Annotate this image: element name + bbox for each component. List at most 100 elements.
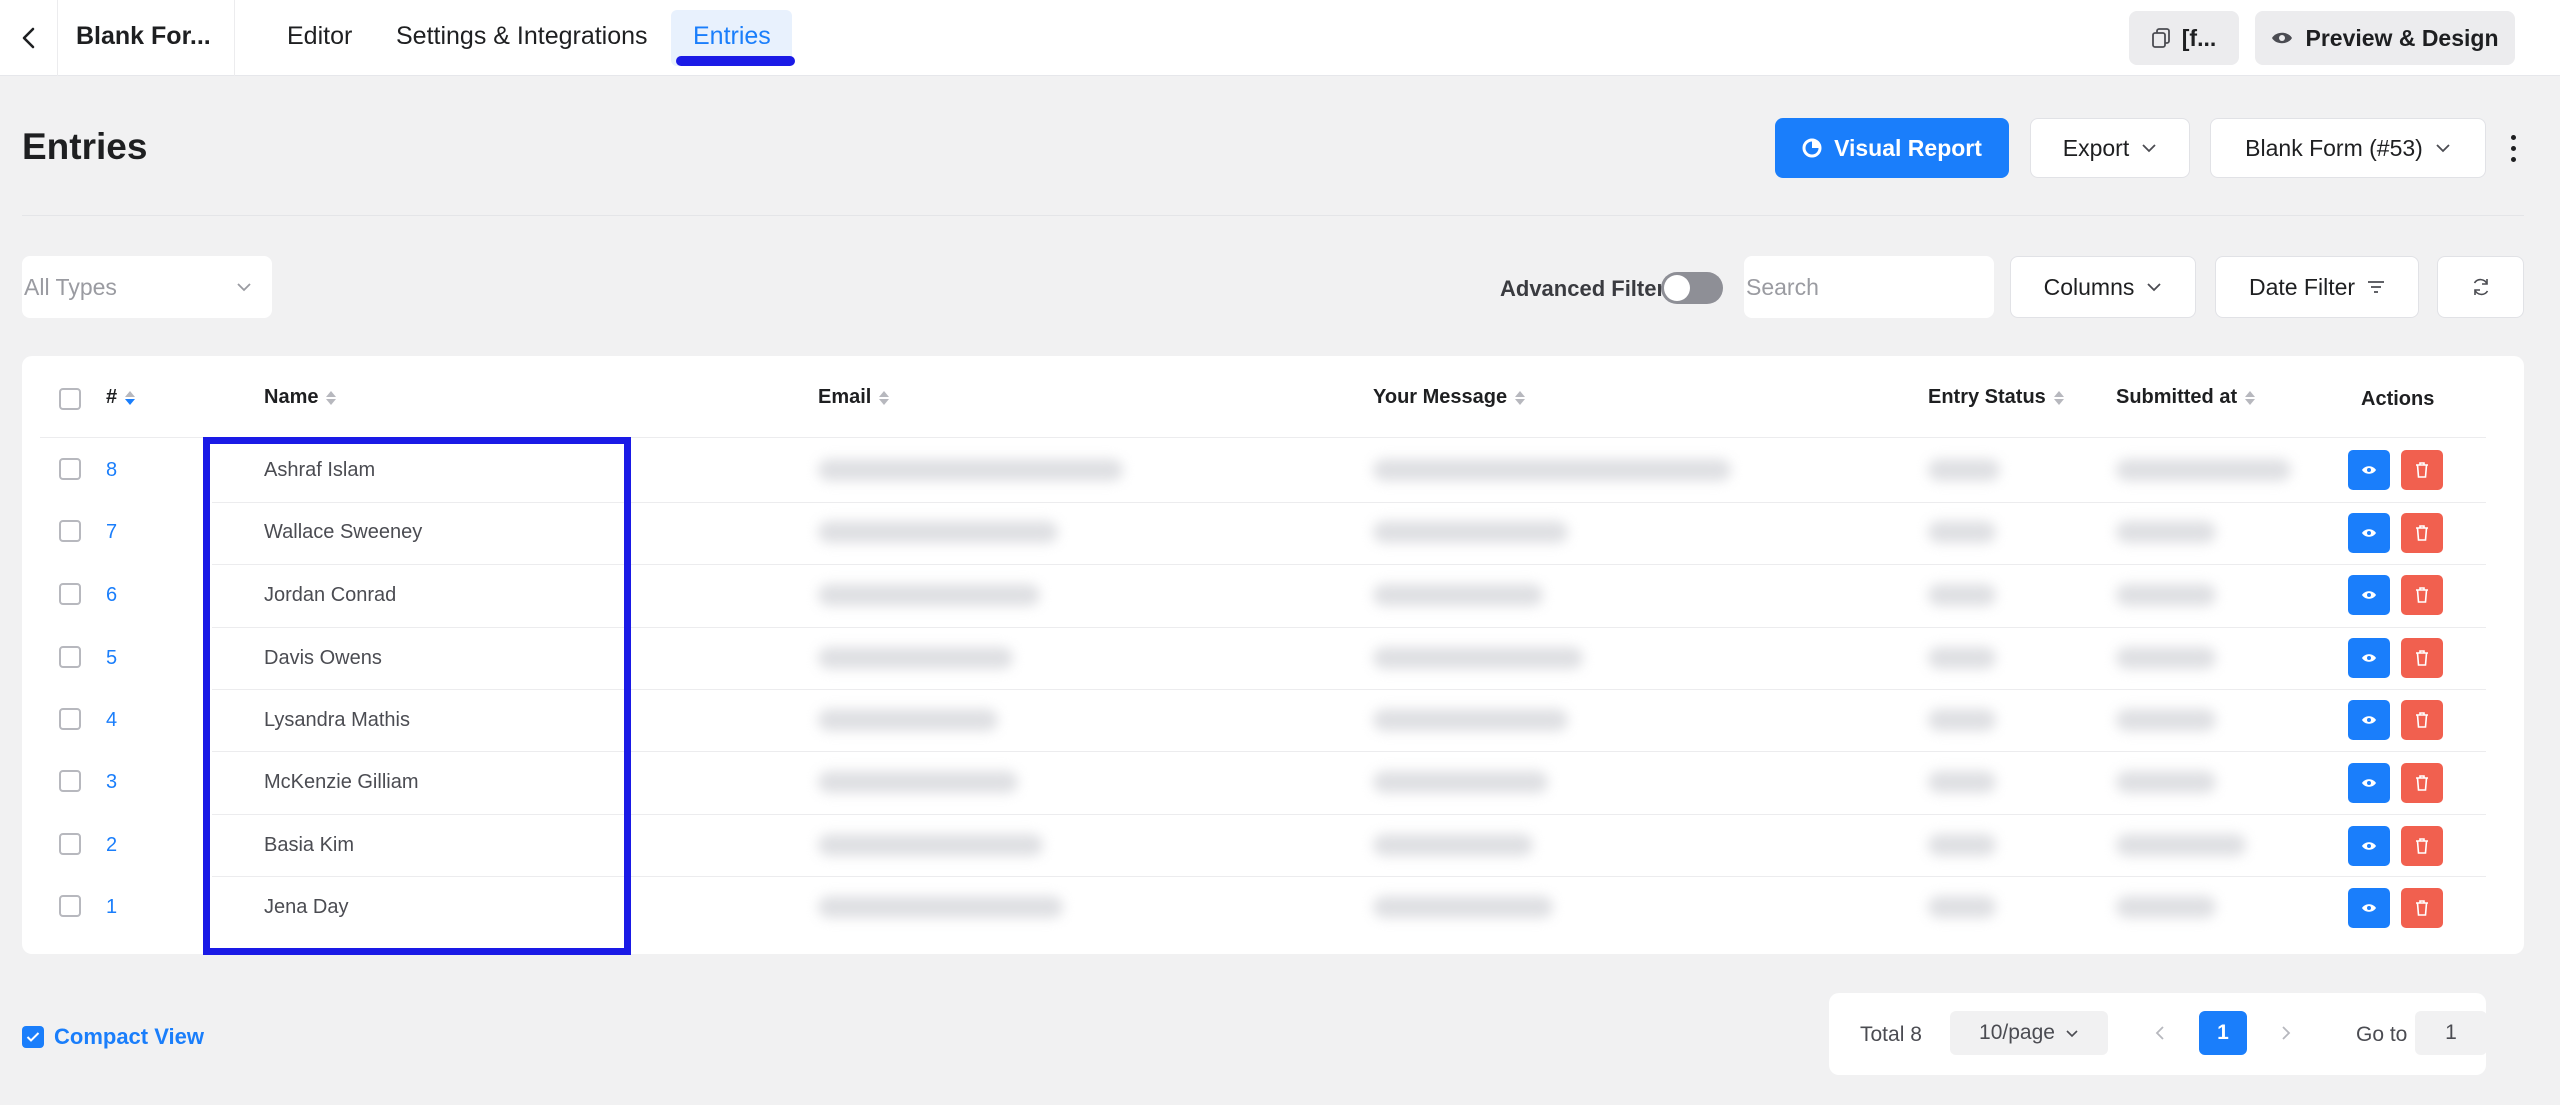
column-header-id[interactable]: # (106, 386, 136, 409)
delete-entry-button[interactable] (2401, 763, 2443, 803)
row-checkbox[interactable] (59, 583, 81, 605)
prev-page-button[interactable] (2148, 1020, 2172, 1046)
more-options-icon[interactable] (2503, 128, 2523, 168)
row-checkbox[interactable] (59, 770, 81, 792)
toggle-knob (1664, 275, 1690, 301)
blurred-status (1928, 834, 1996, 856)
view-entry-button[interactable] (2348, 826, 2390, 866)
entry-id-link[interactable]: 3 (106, 771, 117, 794)
date-filter-button[interactable]: Date Filter (2215, 256, 2419, 318)
blurred-message (1373, 834, 1533, 856)
sort-icon[interactable] (2053, 390, 2064, 405)
blurred-submitted-at (2116, 459, 2291, 481)
blurred-submitted-at (2116, 709, 2216, 731)
row-checkbox[interactable] (59, 646, 81, 668)
eye-icon (2362, 842, 2376, 850)
tab-editor[interactable]: Editor (287, 22, 352, 51)
entry-id-link[interactable]: 4 (106, 709, 117, 732)
entry-id-link[interactable]: 8 (106, 459, 117, 482)
row-checkbox[interactable] (59, 708, 81, 730)
form-name[interactable]: Blank For... (76, 22, 211, 51)
form-select-dropdown[interactable]: Blank Form (#53) (2210, 118, 2486, 178)
column-header-message[interactable]: Your Message (1373, 386, 1526, 409)
column-header-submitted-at[interactable]: Submitted at (2116, 386, 2256, 409)
column-header-actions: Actions (2361, 388, 2434, 411)
blurred-email (818, 834, 1043, 856)
entry-id-link[interactable]: 1 (106, 896, 117, 919)
sort-icon[interactable] (879, 390, 890, 405)
page-number-current[interactable]: 1 (2199, 1011, 2247, 1055)
compact-view-checkbox[interactable]: Compact View (22, 1024, 204, 1050)
delete-entry-button[interactable] (2401, 513, 2443, 553)
date-filter-label: Date Filter (2248, 273, 2356, 300)
delete-entry-button[interactable] (2401, 700, 2443, 740)
tab-entries[interactable]: Entries (693, 22, 771, 51)
eye-icon (2272, 32, 2293, 44)
shortcode-button[interactable]: [f... (2129, 11, 2239, 65)
blurred-submitted-at (2116, 896, 2216, 918)
search-input[interactable] (1744, 256, 1994, 318)
columns-dropdown[interactable]: Columns (2010, 256, 2196, 318)
row-checkbox[interactable] (59, 895, 81, 917)
eye-icon (2362, 779, 2376, 787)
entry-id-link[interactable]: 2 (106, 834, 117, 857)
visual-report-button[interactable]: Visual Report (1775, 118, 2009, 178)
blurred-message (1373, 771, 1548, 793)
export-label: Export (2062, 134, 2130, 161)
entry-id-link[interactable]: 7 (106, 521, 117, 544)
refresh-button[interactable] (2437, 256, 2524, 318)
sort-icon[interactable] (2245, 390, 2256, 405)
view-entry-button[interactable] (2348, 888, 2390, 928)
chevron-down-icon (2147, 283, 2162, 292)
entry-id-link[interactable]: 5 (106, 647, 117, 670)
trash-icon (2416, 712, 2428, 728)
delete-entry-button[interactable] (2401, 638, 2443, 678)
entry-id-link[interactable]: 6 (106, 584, 117, 607)
blurred-email (818, 896, 1063, 918)
page-size-select[interactable]: 10/page (1950, 1011, 2108, 1055)
preview-design-button[interactable]: Preview & Design (2255, 11, 2515, 65)
sort-icon[interactable] (1515, 390, 1526, 405)
view-entry-button[interactable] (2348, 638, 2390, 678)
advanced-filter-label: Advanced Filter (1500, 276, 1666, 301)
delete-entry-button[interactable] (2401, 826, 2443, 866)
filter-lines-icon (2368, 281, 2385, 293)
column-header-email[interactable]: Email (818, 386, 890, 409)
tab-settings-integrations[interactable]: Settings & Integrations (396, 22, 648, 51)
eye-icon (2362, 591, 2376, 599)
view-entry-button[interactable] (2348, 700, 2390, 740)
blurred-email (818, 709, 998, 731)
sort-icon[interactable] (326, 390, 337, 405)
export-dropdown[interactable]: Export (2030, 118, 2190, 178)
row-checkbox[interactable] (59, 520, 81, 542)
delete-entry-button[interactable] (2401, 888, 2443, 928)
column-header-name[interactable]: Name (264, 386, 337, 409)
tab-active-underline (676, 56, 795, 66)
sort-icon[interactable] (125, 390, 136, 405)
goto-label: Go to (2356, 1023, 2408, 1046)
view-entry-button[interactable] (2348, 763, 2390, 803)
entry-types-select[interactable]: All Types (22, 256, 272, 318)
next-page-button[interactable] (2274, 1020, 2298, 1046)
eye-icon (2362, 654, 2376, 662)
blurred-status (1928, 459, 2000, 481)
blurred-status (1928, 771, 1996, 793)
view-entry-button[interactable] (2348, 450, 2390, 490)
blurred-message (1373, 647, 1583, 669)
goto-page-input[interactable]: 1 (2415, 1011, 2487, 1055)
column-header-entry-status[interactable]: Entry Status (1928, 386, 2064, 409)
delete-entry-button[interactable] (2401, 575, 2443, 615)
advanced-filter-toggle[interactable] (1661, 272, 1723, 304)
select-all-checkbox[interactable] (59, 388, 81, 410)
view-entry-button[interactable] (2348, 575, 2390, 615)
blurred-email (818, 521, 1058, 543)
form-select-label: Blank Form (#53) (2245, 134, 2423, 161)
delete-entry-button[interactable] (2401, 450, 2443, 490)
row-checkbox[interactable] (59, 458, 81, 480)
blurred-email (818, 584, 1040, 606)
chevron-left-icon (2155, 1026, 2164, 1040)
view-entry-button[interactable] (2348, 513, 2390, 553)
preview-design-label: Preview & Design (2305, 24, 2499, 51)
back-button[interactable] (0, 0, 58, 76)
row-checkbox[interactable] (59, 833, 81, 855)
